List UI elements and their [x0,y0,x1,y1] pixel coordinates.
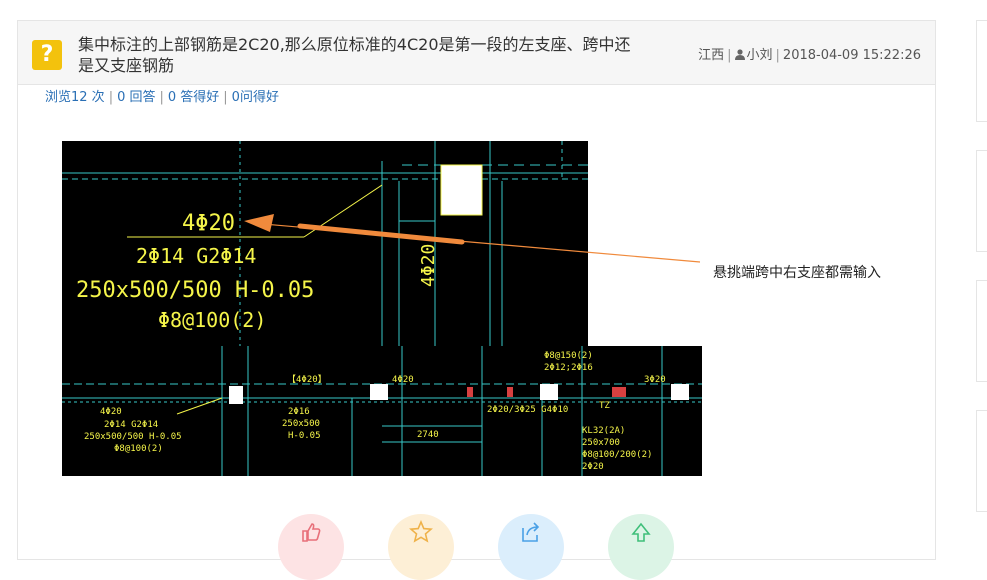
sidebar-card-1 [976,20,987,122]
answers-count[interactable]: 0 回答 [117,90,155,105]
thumbs-up-icon [302,523,321,542]
cad-b-d1: Φ8@150(2) [544,351,593,361]
question-header: ? 集中标注的上部钢筋是2C20,那么原位标准的4C20是第一段的左支座、跨中还… [18,21,935,85]
cad-b-b2: 4Φ20 [392,375,414,385]
views-count[interactable]: 浏览12 次 [45,90,105,105]
cad-b-b4: 250x500 [282,419,320,429]
cad-b-b1: 【4Φ20】 [287,374,327,385]
cad-label-vertical: 4Φ20 [418,244,439,287]
question-icon: ? [32,40,62,70]
cad-b-e1: KL32(2A) [582,426,625,436]
cad-b-e5: TZ [599,401,610,411]
star-icon [409,520,433,543]
like-button[interactable] [278,514,344,580]
question-stats: 浏览12 次 | 0 回答 | 0 答得好 | 0问得好 [45,90,279,105]
favorite-button[interactable] [388,514,454,580]
sidebar-card-3 [976,280,987,382]
cad-b-c2: 2740 [417,430,439,440]
good-questions-count[interactable]: 0问得好 [232,90,279,105]
cad-label-stirrup-bars: 2Φ14 G2Φ14 [136,244,256,268]
user-icon [734,49,745,60]
share-button[interactable] [498,514,564,580]
user-name: 小刘 [746,48,773,63]
cad-drawing-top: 4Φ20 2Φ14 G2Φ14 250x500/500 H-0.05 Φ8@10… [62,141,588,346]
cad-b-e2: 250x700 [582,438,620,448]
cad-drawing-bottom: 4Φ20 2Φ14 G2Φ14 250x500/500 H-0.05 Φ8@10… [62,346,702,476]
question-datetime: 2018-04-09 15:22:26 [782,48,921,63]
cad-b-a1: 4Φ20 [100,407,122,417]
cad-b-d2: 2Φ12;2Φ16 [544,363,593,373]
cad-label-top-rebar: 4Φ20 [182,211,235,236]
user-link[interactable]: 小刘 [734,48,773,63]
question-image[interactable]: 4Φ20 2Φ14 G2Φ14 250x500/500 H-0.05 Φ8@10… [62,141,702,476]
cad-label-stirrup: Φ8@100(2) [158,308,266,332]
question-meta: 江西 | 小刘 | 2018-04-09 15:22:26 [698,48,921,63]
sidebar-card-2 [976,150,987,252]
question-title: 集中标注的上部钢筋是2C20,那么原位标准的4C20是第一段的左支座、跨中还是又… [78,35,631,75]
cad-b-a3: 250x500/500 H-0.05 [84,432,182,442]
cad-b-b3: 2Φ16 [288,407,310,417]
cad-b-a2: 2Φ14 G2Φ14 [104,420,158,430]
sidebar-card-4 [976,410,987,512]
cad-b-f1: 3Φ20 [644,375,666,385]
up-button[interactable] [608,514,674,580]
good-answers-count[interactable]: 0 答得好 [168,90,219,105]
share-icon [522,522,540,542]
callout-text: 悬挑端跨中右支座都需输入 [713,265,881,281]
cad-b-e3: Φ8@100/200(2) [582,450,652,460]
cad-b-e4: 2Φ20 [582,462,604,472]
cad-b-a4: Φ8@100(2) [114,444,163,454]
cad-label-section: 250x500/500 H-0.05 [76,278,314,303]
arrow-up-icon [631,522,651,542]
cad-b-c1: 2Φ20/3Φ25 G4Φ10 [487,405,568,415]
cad-b-b5: H-0.05 [288,431,321,441]
region-link[interactable]: 江西 [698,48,724,63]
